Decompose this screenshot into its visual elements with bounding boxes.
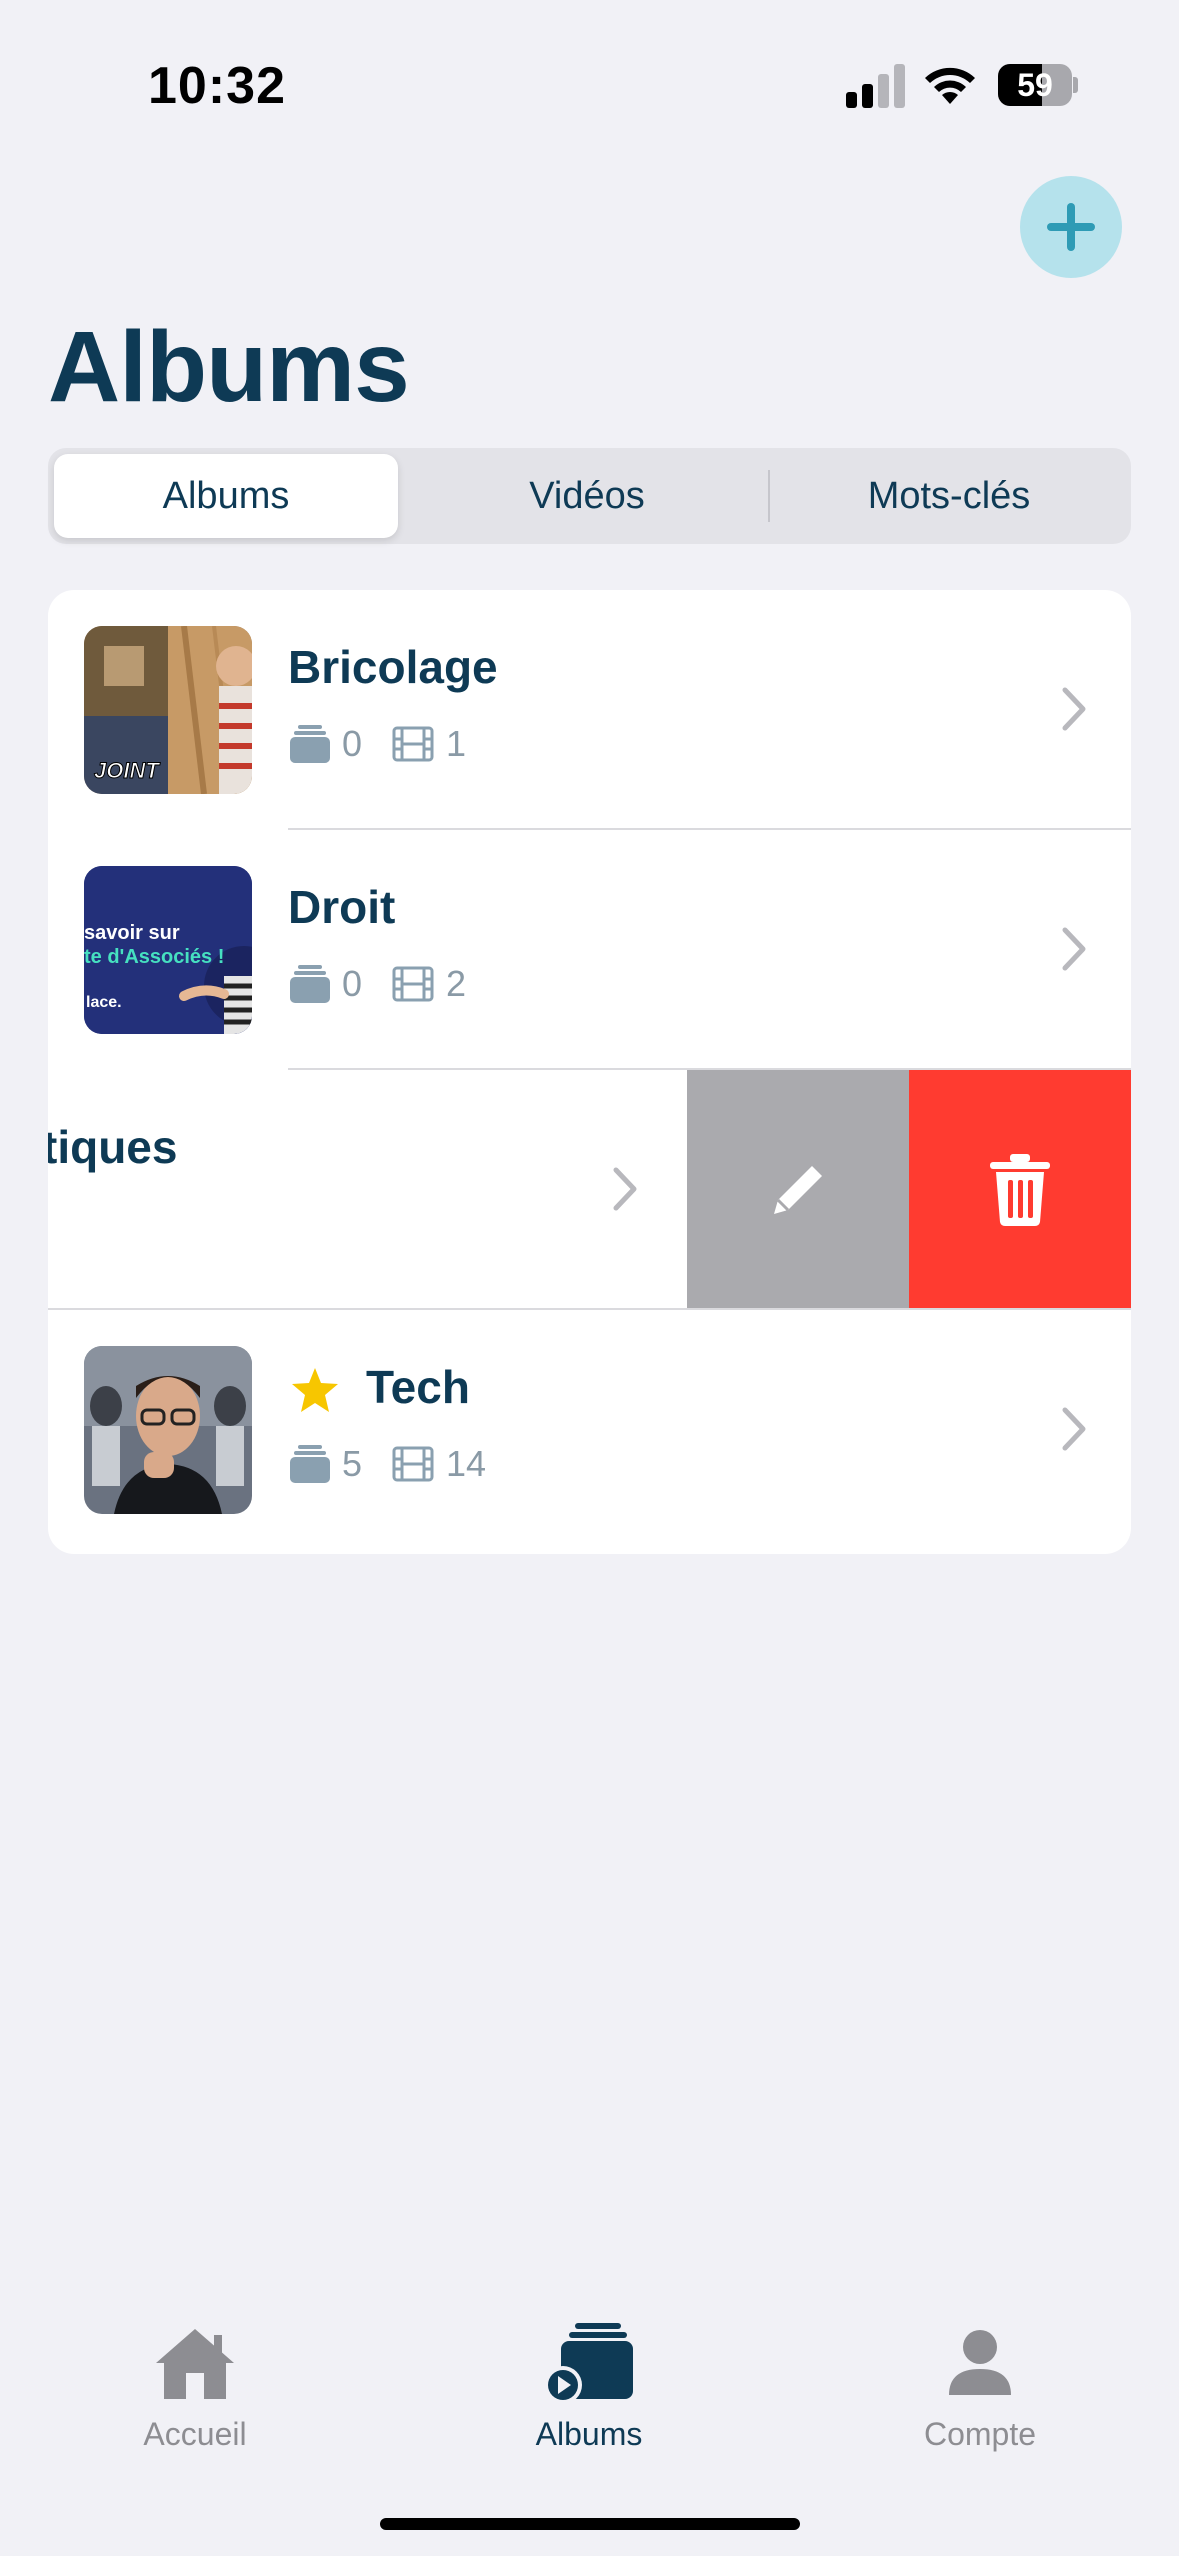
album-row-droit[interactable]: savoir sur te d'Associés ! lace. Droit 0 xyxy=(48,830,1131,1070)
segment-videos[interactable]: Vidéos xyxy=(408,454,766,538)
album-name: tiques xyxy=(48,1121,178,1173)
thumbnail-caption: JOINT xyxy=(94,758,160,784)
tab-label: Compte xyxy=(923,2416,1037,2452)
segment-divider xyxy=(768,470,770,522)
video-count: 2 xyxy=(446,963,467,1004)
album-counts: 0 1 xyxy=(290,722,496,766)
person-icon xyxy=(930,2318,1030,2408)
battery-icon: 59 xyxy=(998,64,1078,106)
film-icon xyxy=(392,1446,434,1482)
segment-keywords[interactable]: Mots-clés xyxy=(772,454,1126,538)
film-icon xyxy=(392,726,434,762)
album-counts: 5 14 xyxy=(290,1442,516,1486)
home-indicator xyxy=(380,2518,800,2530)
segment-label: Albums xyxy=(162,474,290,517)
page-title: Albums xyxy=(48,311,410,423)
home-icon xyxy=(145,2318,245,2408)
video-count: 1 xyxy=(446,723,467,764)
album-thumbnail xyxy=(84,1346,252,1514)
playlist-count: 0 xyxy=(342,723,363,764)
tab-label: Albums xyxy=(535,2416,643,2452)
delete-album-button[interactable] xyxy=(909,1070,1131,1310)
chevron-right-icon xyxy=(1062,1407,1086,1451)
playlist-count: 5 xyxy=(342,1443,363,1484)
trash-icon xyxy=(990,1154,1050,1226)
stack-icon xyxy=(290,725,330,763)
album-row-swiped[interactable]: tiques xyxy=(48,1070,1131,1310)
plus-icon xyxy=(1047,203,1095,251)
album-thumbnail: JOINT xyxy=(84,626,252,794)
segment-label: Mots-clés xyxy=(867,474,1031,517)
stack-icon xyxy=(290,1445,330,1483)
album-row-bricolage[interactable]: JOINT Bricolage 0 1 xyxy=(48,590,1131,830)
wifi-icon xyxy=(925,67,975,104)
pencil-icon xyxy=(774,1166,822,1214)
tab-accueil[interactable]: Accueil xyxy=(65,2318,325,2453)
albums-icon xyxy=(539,2318,639,2408)
add-album-button[interactable] xyxy=(1020,176,1122,278)
tab-label: Accueil xyxy=(143,2416,247,2452)
chevron-right-icon xyxy=(1062,687,1086,731)
edit-album-button[interactable] xyxy=(687,1070,909,1310)
cellular-signal-icon xyxy=(842,62,906,108)
album-name: Droit xyxy=(288,881,396,933)
status-time: 10:32 xyxy=(148,57,286,115)
video-count: 14 xyxy=(446,1443,487,1484)
album-counts: 0 2 xyxy=(290,962,496,1006)
thumbnail-caption: lace. xyxy=(86,994,122,1011)
chevron-right-icon xyxy=(613,1167,637,1211)
status-icons: 59 xyxy=(842,62,1082,110)
segmented-control: Albums Vidéos Mots-clés xyxy=(48,448,1131,544)
thumbnail-caption: te d'Associés ! xyxy=(84,946,225,968)
album-list: JOINT Bricolage 0 1 savoir sur te d'Asso… xyxy=(48,590,1131,1554)
thumbnail-caption: savoir sur xyxy=(84,922,180,944)
star-icon xyxy=(292,1368,338,1412)
stack-icon xyxy=(290,965,330,1003)
tab-albums[interactable]: Albums xyxy=(459,2318,719,2453)
segment-label: Vidéos xyxy=(529,474,645,517)
playlist-count: 0 xyxy=(342,963,363,1004)
segment-albums[interactable]: Albums xyxy=(54,454,398,538)
tab-compte[interactable]: Compte xyxy=(850,2318,1110,2453)
swiped-row-content[interactable]: tiques xyxy=(48,1070,688,1310)
album-name: Bricolage xyxy=(288,641,498,693)
film-icon xyxy=(392,966,434,1002)
battery-percent: 59 xyxy=(1017,67,1053,103)
album-row-tech[interactable]: Tech 5 14 xyxy=(48,1310,1131,1550)
album-thumbnail: savoir sur te d'Associés ! lace. xyxy=(84,866,252,1034)
album-name: Tech xyxy=(366,1361,470,1413)
chevron-right-icon xyxy=(1062,927,1086,971)
